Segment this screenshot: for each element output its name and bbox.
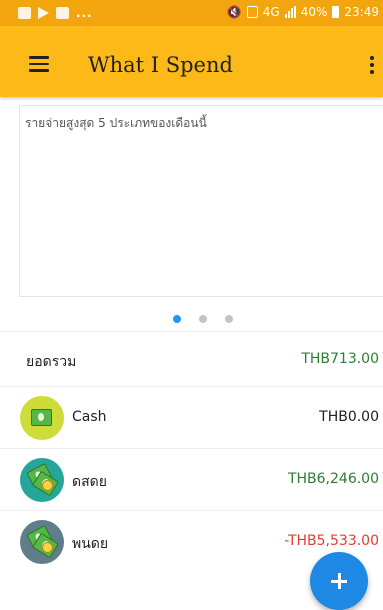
hamburger-menu-icon[interactable] (29, 56, 49, 72)
message-notification-icon (56, 7, 69, 19)
account-name: ดสดย (72, 474, 107, 490)
account-name: พนดย (72, 536, 109, 552)
account-amount: -THB5,533.00 (284, 533, 379, 549)
account-amount: THB0.00 (319, 409, 379, 425)
play-store-notification-icon (38, 7, 49, 19)
money-icon (20, 520, 64, 564)
money-icon (20, 458, 64, 502)
account-row-2[interactable]: ดสดย THB6,246.00 (0, 448, 383, 511)
clock: 23:49 (344, 5, 379, 19)
account-amount: THB6,246.00 (287, 471, 379, 487)
add-transaction-button[interactable] (310, 552, 368, 610)
app-bar: What I Spend (0, 26, 383, 97)
more-vert-icon[interactable] (369, 56, 375, 76)
total-row: ยอดรวม THB713.00 (0, 331, 383, 387)
status-notifications: ... (18, 6, 93, 20)
status-more-dots: ... (76, 6, 93, 20)
sim-icon (246, 6, 258, 18)
account-name: Cash (72, 409, 107, 425)
status-bar: ... 🔇 4G 40% 23:49 (0, 0, 383, 26)
status-indicators: 🔇 4G 40% 23:49 (227, 5, 379, 19)
page-indicator (173, 315, 233, 323)
gallery-notification-icon (18, 7, 31, 19)
battery-icon (332, 6, 340, 18)
cash-icon (20, 396, 64, 440)
app-title: What I Spend (88, 53, 233, 77)
signal-icon (284, 6, 296, 18)
mute-icon: 🔇 (226, 5, 242, 19)
total-label: ยอดรวม (26, 354, 77, 370)
page-dot-1[interactable] (173, 315, 181, 323)
account-row-cash[interactable]: Cash THB0.00 (0, 386, 383, 449)
top-expenses-chart-card[interactable]: รายจ่ายสูงสุด 5 ประเภทของเดือนนี้ (19, 105, 383, 297)
battery-percent: 40% (300, 5, 328, 19)
page-dot-3[interactable] (225, 315, 233, 323)
network-type: 4G (262, 5, 280, 19)
page-dot-2[interactable] (199, 315, 207, 323)
chart-card-title: รายจ่ายสูงสุด 5 ประเภทของเดือนนี้ (25, 116, 207, 130)
total-amount: THB713.00 (301, 351, 379, 367)
